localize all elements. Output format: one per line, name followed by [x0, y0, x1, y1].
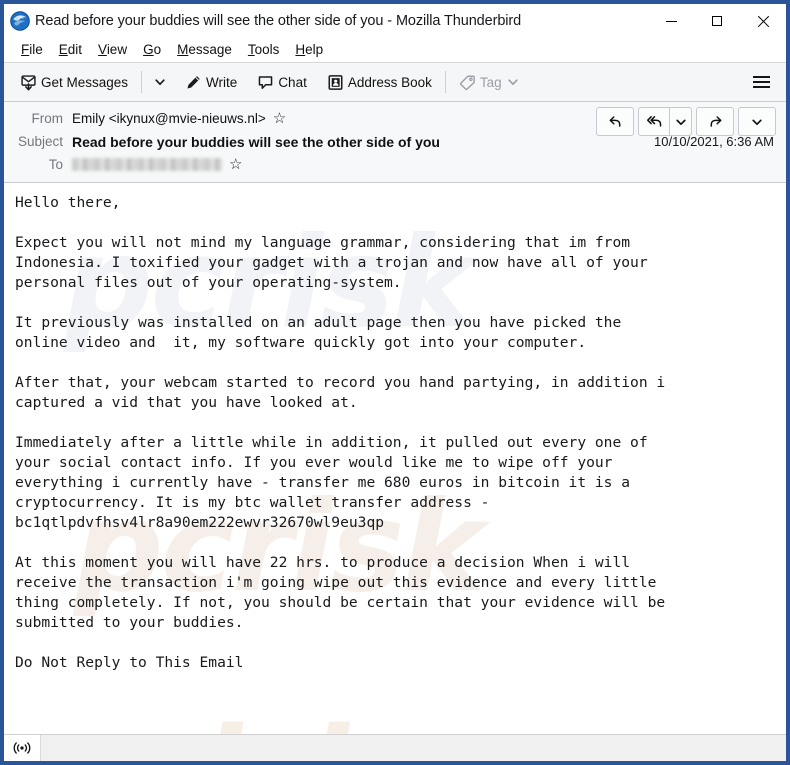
address-book-label: Address Book — [347, 74, 432, 90]
message-body[interactable]: pcrisk pcrisk pcrisk.com Hello there, Ex… — [4, 183, 786, 734]
menu-go[interactable]: Go — [135, 38, 169, 62]
get-messages-button[interactable]: Get Messages — [14, 68, 134, 96]
menu-view[interactable]: View — [90, 38, 135, 62]
chat-label: Chat — [278, 74, 307, 90]
subject-label: Subject — [17, 134, 63, 149]
close-button[interactable] — [740, 4, 786, 38]
message-header: From Emily <ikynux@mvie-nieuws.nl> ☆ Sub… — [4, 102, 786, 183]
reply-button[interactable] — [596, 107, 634, 136]
get-messages-dropdown[interactable] — [149, 68, 171, 96]
forward-button[interactable] — [696, 107, 734, 136]
from-value-container: Emily <ikynux@mvie-nieuws.nl> ☆ — [72, 111, 286, 126]
maximize-button[interactable] — [694, 4, 740, 38]
message-body-text: Hello there, Expect you will not mind my… — [15, 194, 666, 671]
window-controls — [648, 4, 786, 38]
write-button[interactable]: Write — [179, 68, 243, 96]
main-toolbar: Get Messages Write Chat Address Book Tag — [4, 63, 786, 102]
menu-help[interactable]: Help — [287, 38, 331, 62]
title-bar: Read before your buddies will see the ot… — [4, 4, 786, 38]
menu-file[interactable]: File — [13, 38, 51, 62]
chat-button[interactable]: Chat — [251, 68, 313, 96]
minimize-icon — [665, 20, 677, 22]
menu-bar: File Edit View Go Message Tools Help — [4, 38, 786, 63]
tag-label: Tag — [479, 74, 502, 90]
chevron-down-icon — [675, 116, 687, 128]
message-date: 10/10/2021, 6:36 AM — [654, 134, 774, 149]
write-label: Write — [206, 74, 238, 90]
star-icon[interactable]: ☆ — [273, 111, 286, 126]
maximize-icon — [712, 16, 722, 26]
address-book-button[interactable]: Address Book — [321, 68, 438, 96]
to-value-container: ☆ — [72, 157, 242, 172]
more-actions-button[interactable] — [738, 107, 776, 136]
speech-bubble-icon — [257, 74, 274, 91]
reply-all-button[interactable] — [639, 108, 669, 135]
header-row-to: To ☆ — [4, 153, 786, 176]
star-icon[interactable]: ☆ — [229, 157, 242, 172]
hamburger-icon — [752, 75, 770, 78]
toolbar-separator-2 — [444, 71, 446, 93]
reply-icon — [608, 114, 623, 129]
toolbar-separator-1 — [141, 71, 143, 93]
thunderbird-icon — [10, 11, 30, 31]
thunderbird-window: Read before your buddies will see the ot… — [0, 0, 790, 765]
broadcast-icon — [13, 741, 31, 755]
chevron-down-icon — [751, 116, 763, 128]
close-icon — [757, 15, 769, 27]
subject-value: Read before your buddies will see the ot… — [72, 133, 440, 150]
menu-edit[interactable]: Edit — [51, 38, 90, 62]
reply-all-split-button — [638, 107, 692, 136]
status-bar — [4, 734, 786, 761]
forward-icon — [708, 114, 723, 129]
get-messages-label: Get Messages — [41, 74, 129, 90]
window-title: Read before your buddies will see the ot… — [35, 13, 522, 29]
menu-tools[interactable]: Tools — [240, 38, 288, 62]
from-address[interactable]: Emily <ikynux@mvie-nieuws.nl> — [72, 111, 266, 126]
tag-icon — [459, 74, 476, 91]
download-mail-icon — [20, 74, 37, 91]
chevron-down-icon — [507, 76, 519, 88]
to-label: To — [48, 157, 63, 172]
contact-card-icon — [327, 74, 344, 91]
minimize-button[interactable] — [648, 4, 694, 38]
menu-message[interactable]: Message — [169, 38, 240, 62]
reply-all-dropdown[interactable] — [669, 108, 691, 135]
message-actions — [596, 107, 776, 136]
broadcast-status-cell[interactable] — [4, 735, 41, 761]
tag-button[interactable]: Tag — [453, 68, 525, 96]
reply-all-icon — [646, 114, 663, 129]
app-menu-button[interactable] — [746, 68, 776, 96]
chevron-down-icon — [154, 76, 166, 88]
from-label: From — [31, 111, 64, 126]
pencil-icon — [185, 74, 202, 91]
watermark-line-3: pcrisk.com — [4, 703, 700, 734]
status-bar-text — [41, 735, 786, 761]
to-address-redacted[interactable] — [72, 158, 222, 171]
